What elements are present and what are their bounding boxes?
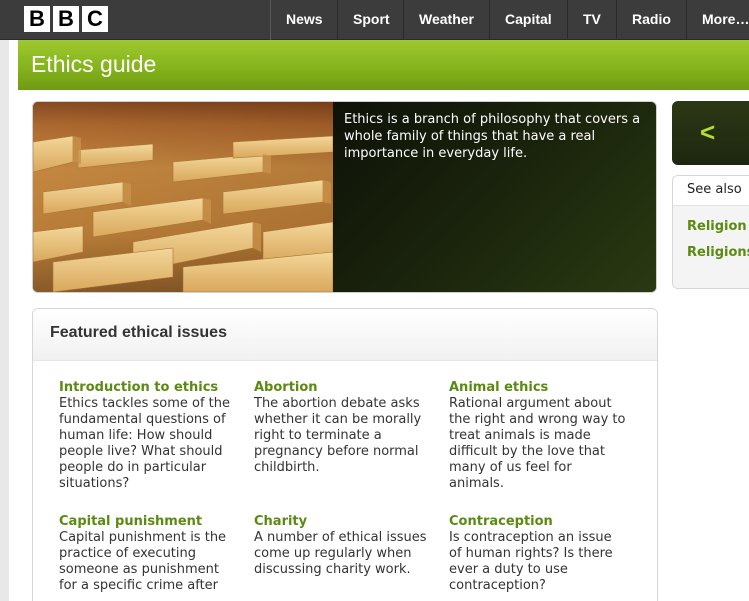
maze-illustration <box>33 102 333 292</box>
nav-sport[interactable]: Sport <box>337 0 403 40</box>
issue-card-contraception: Contraception Is contraception an issue … <box>449 513 627 594</box>
nav-weather[interactable]: Weather <box>403 0 489 40</box>
nav-tv[interactable]: TV <box>567 0 616 40</box>
nav-radio[interactable]: Radio <box>616 0 686 40</box>
page-side-rail <box>0 40 9 601</box>
issue-desc-contraception: Is contraception an issue of human right… <box>449 530 613 593</box>
hero-panel: Ethics is a branch of philosophy that co… <box>32 101 657 293</box>
see-also-link-religion-a[interactable]: Religion a <box>673 214 749 240</box>
page-title[interactable]: Ethics guide <box>31 51 156 78</box>
maze-image <box>33 102 333 292</box>
issue-card-charity: Charity A number of ethical issues come … <box>254 513 432 578</box>
issue-link-animal-ethics[interactable]: Animal ethics <box>449 379 627 396</box>
issue-link-contraception[interactable]: Contraception <box>449 513 627 530</box>
see-also-link-religions[interactable]: Religions <box>673 240 749 266</box>
logo-block-b2: B <box>53 6 79 32</box>
issue-card-introduction: Introduction to ethics Ethics tackles so… <box>59 379 237 492</box>
carousel-panel: < <box>672 101 749 165</box>
hero-text-panel: Ethics is a branch of philosophy that co… <box>333 102 656 292</box>
featured-issues-box: Featured ethical issues Introduction to … <box>32 308 658 601</box>
bbc-top-bar: B B C News Sport Weather Capital TV Radi… <box>0 0 749 40</box>
issue-card-animal-ethics: Animal ethics Rational argument about th… <box>449 379 627 492</box>
issue-desc-charity: A number of ethical issues come up regul… <box>254 530 427 577</box>
issue-link-capital-punishment[interactable]: Capital punishment <box>59 513 237 530</box>
issue-card-abortion: Abortion The abortion debate asks whethe… <box>254 379 432 476</box>
ethics-banner: Ethics guide <box>18 40 749 90</box>
issue-link-charity[interactable]: Charity <box>254 513 432 530</box>
see-also-links: Religion a Religions <box>673 206 749 288</box>
issue-link-abortion[interactable]: Abortion <box>254 379 432 396</box>
issue-desc-introduction: Ethics tackles some of the fundamental q… <box>59 396 230 491</box>
global-nav: News Sport Weather Capital TV Radio More… <box>270 0 749 40</box>
nav-more[interactable]: More… <box>686 0 749 40</box>
issue-link-introduction[interactable]: Introduction to ethics <box>59 379 237 396</box>
logo-block-c: C <box>82 6 108 32</box>
chevron-left-icon[interactable]: < <box>700 117 715 147</box>
see-also-box: See also Religion a Religions <box>672 175 749 289</box>
issue-desc-capital-punishment: Capital punishment is the practice of ex… <box>59 530 227 593</box>
issue-desc-abortion: The abortion debate asks whether it can … <box>254 396 422 475</box>
logo-block-b1: B <box>24 6 50 32</box>
issue-card-capital-punishment: Capital punishment Capital punishment is… <box>59 513 237 594</box>
nav-capital[interactable]: Capital <box>489 0 567 40</box>
see-also-heading: See also <box>673 176 749 206</box>
issue-desc-animal-ethics: Rational argument about the right and wr… <box>449 396 626 491</box>
featured-heading: Featured ethical issues <box>33 309 657 361</box>
hero-description: Ethics is a branch of philosophy that co… <box>344 112 641 161</box>
bbc-logo[interactable]: B B C <box>24 6 108 32</box>
nav-news[interactable]: News <box>270 0 337 40</box>
